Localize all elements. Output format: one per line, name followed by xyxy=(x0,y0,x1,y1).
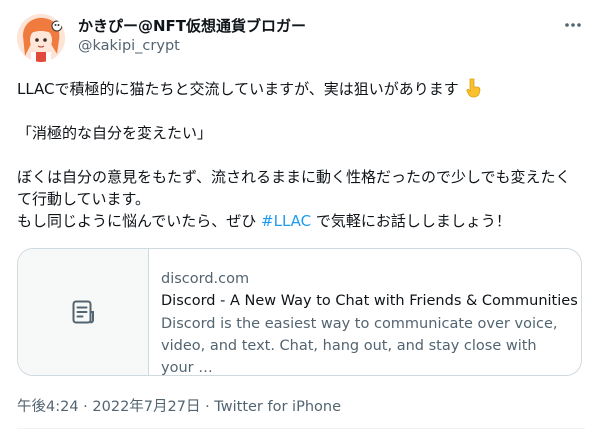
separator: · xyxy=(200,399,215,415)
pointing-down-icon xyxy=(465,78,481,104)
article-icon xyxy=(72,300,94,324)
card-thumbnail xyxy=(18,249,149,375)
tweet-line: ぼくは自分の意見をもたず、流されるままに動く性格だったので少しでも変えたく xyxy=(17,168,571,186)
tweet-line: もし同じように悩んでいたら、ぜひ #LLAC で気軽にお話ししましょう！ xyxy=(17,210,585,232)
card-title: Discord - A New Way to Chat with Friends… xyxy=(161,293,578,309)
tweet-time[interactable]: 午後4:24 xyxy=(17,399,79,415)
handle[interactable]: @kakipi_crypt xyxy=(78,38,180,54)
card-description-line: Discord is the easiest way to communicat… xyxy=(161,316,558,332)
tweet: かきぴー@NFT仮想通貨ブロガー @kakipi_crypt LLACで積極的に… xyxy=(0,0,601,432)
tweet-line-text: もし同じように悩んでいたら、ぜひ xyxy=(17,212,262,230)
card-domain: discord.com xyxy=(161,271,250,287)
divider xyxy=(17,428,585,429)
avatar-illustration xyxy=(17,14,65,62)
display-name[interactable]: かきぴー@NFT仮想通貨ブロガー xyxy=(78,15,306,36)
tweet-text: LLACで積極的に猫たちと交流していますが、実は狙いがあります 「消極的な自分を… xyxy=(17,78,585,232)
tweet-line-text: で気軽にお話ししましょう！ xyxy=(311,212,511,230)
tweet-line: LLACで積極的に猫たちと交流していますが、実は狙いがあります xyxy=(17,78,585,100)
card-description: Discord is the easiest way to communicat… xyxy=(161,313,566,376)
tweet-meta: 午後4:24 · 2022年7月27日 · Twitter for iPhone xyxy=(17,395,341,416)
tweet-source[interactable]: Twitter for iPhone xyxy=(214,399,341,415)
tweet-line: て行動しています。 xyxy=(17,190,151,208)
card-content: discord.com Discord - A New Way to Chat … xyxy=(149,249,578,376)
card-description-line: video, and text. Chat, hang out, and sta… xyxy=(161,338,537,376)
tweet-date[interactable]: 2022年7月27日 xyxy=(92,399,200,415)
avatar[interactable] xyxy=(17,14,65,62)
more-options-icon[interactable] xyxy=(560,14,586,36)
link-card[interactable]: discord.com Discord - A New Way to Chat … xyxy=(17,248,582,376)
tweet-quote: 「消極的な自分を変えたい」 xyxy=(17,124,213,142)
hashtag-link[interactable]: #LLAC xyxy=(261,212,311,230)
separator: · xyxy=(78,399,93,415)
tweet-line-text: LLACで積極的に猫たちと交流していますが、実は狙いがあります xyxy=(17,80,459,98)
